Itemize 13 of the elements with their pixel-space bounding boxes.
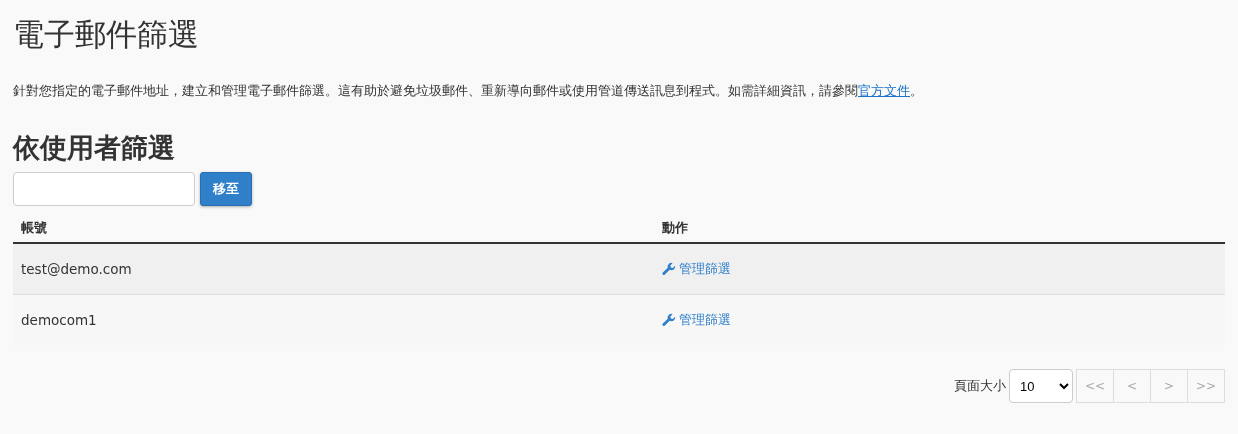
page-size-label: 頁面大小 (954, 377, 1006, 395)
manage-filters-link[interactable]: 管理篩選 (662, 259, 731, 278)
search-field[interactable] (13, 172, 195, 206)
manage-filters-link[interactable]: 管理篩選 (662, 310, 731, 329)
description-text: 針對您指定的電子郵件地址，建立和管理電子郵件篩選。這有助於避免垃圾郵件、重新導向郵件或使用管道傳送訊息到程式。如需詳細資訊，請參閱官方文件。 (13, 82, 924, 100)
table-cell: test@demo.com (13, 243, 654, 295)
page-size-select[interactable]: 10 (1009, 369, 1073, 403)
page-title: 電子郵件篩選 (13, 15, 200, 54)
go-button[interactable]: 移至 (200, 172, 252, 206)
wrench-icon (662, 312, 676, 327)
documentation-link[interactable]: 官方文件 (858, 83, 910, 98)
wrench-icon (662, 261, 676, 276)
section-title: 依使用者篩選 (13, 131, 176, 165)
